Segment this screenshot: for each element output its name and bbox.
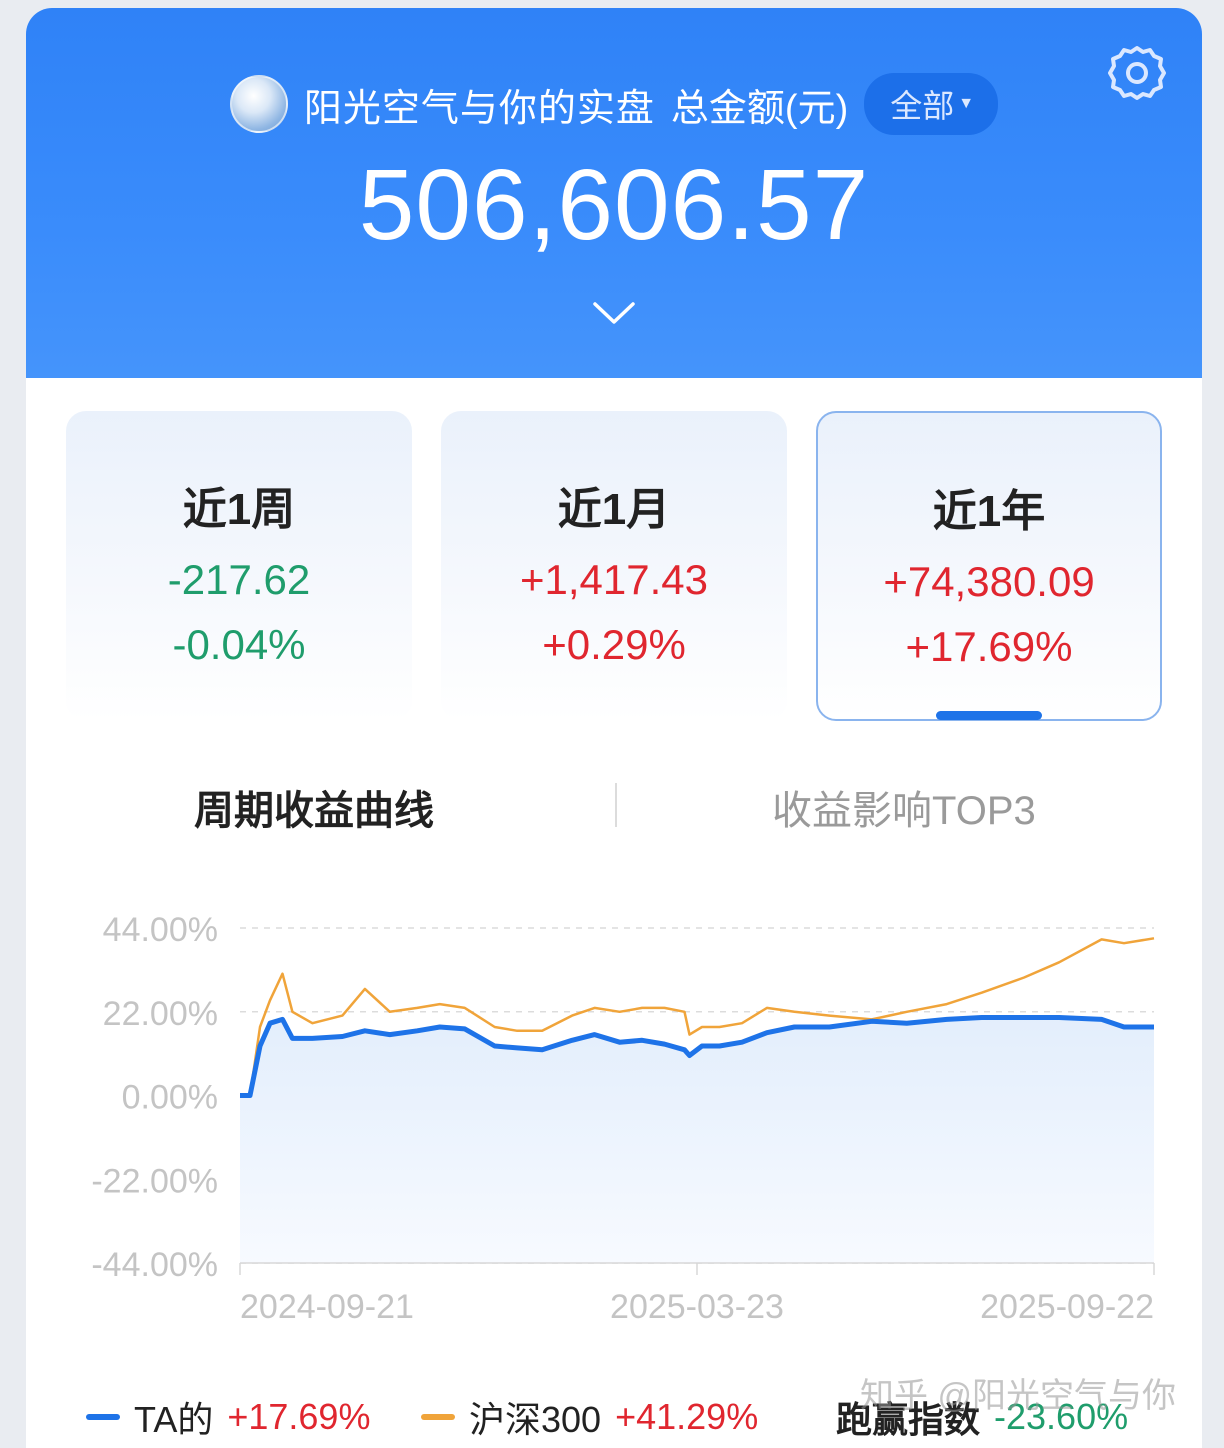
portfolio-card: 阳光空气与你的实盘 总金额(元) 全部 ▼ 506,606.57 近1周 -21… [26,8,1202,1448]
x-tick-label: 2025-03-23 [610,1288,784,1326]
period-percent: -0.04% [172,621,306,668]
tab-top3[interactable]: 收益影响TOP3 [772,778,1036,836]
period-card-month[interactable]: 近1月 +1,417.43 +0.29% [441,411,787,721]
total-amount: 506,606.57 [358,149,870,261]
x-tick-label: 2024-09-21 [240,1288,414,1326]
period-title: 近1年 [932,487,1046,536]
y-tick-label: 0.00% [122,1079,218,1117]
legend-value: +41.29% [615,1396,759,1437]
return-curve-chart: 44.00% 22.00% 0.00% -22.00% -44.00% 2024-09-… [91,911,1155,1326]
ta-area-fill [240,1017,1154,1263]
legend-swatch [421,1414,455,1420]
watermark: 知乎 @阳光空气与你 [860,1377,1176,1415]
legend-value: +17.69% [227,1396,371,1437]
tab-divider [615,783,617,827]
account-name: 阳光空气与你的实盘 [303,87,655,130]
legend-label: 沪深300 [469,1399,602,1440]
period-card-week[interactable]: 近1周 -217.62 -0.04% [66,411,412,721]
legend-item-ta: TA的 +17.69% [86,1391,370,1443]
y-tick-label: 44.00% [103,911,218,949]
period-percent: +0.29% [542,621,686,668]
y-tick-label: 22.00% [103,995,218,1033]
period-amount: +74,380.09 [883,558,1095,605]
scope-dropdown[interactable]: 全部 ▼ [864,73,999,135]
period-title: 近1月 [557,485,671,534]
legend-item-hs300: 沪深300 +41.29% [421,1391,758,1443]
active-period-indicator [936,711,1042,720]
avatar[interactable] [229,75,288,133]
y-tick-label: -22.00% [91,1162,218,1200]
period-card-year[interactable]: 近1年 +74,380.09 +17.69% [816,411,1162,721]
tab-curve[interactable]: 周期收益曲线 [194,778,434,836]
period-amount: +1,417.43 [519,556,708,603]
chevron-down-icon[interactable] [591,298,637,328]
gear-icon[interactable] [1108,44,1166,102]
period-percent: +17.69% [905,623,1073,670]
y-tick-label: -44.00% [91,1246,218,1284]
period-amount: -217.62 [167,556,311,603]
period-title: 近1周 [182,485,296,534]
account-row: 阳光空气与你的实盘 总金额(元) 全部 ▼ [26,73,1202,135]
legend-swatch [86,1414,120,1420]
legend-label: TA的 [134,1399,214,1440]
scope-label: 全部 [890,88,955,124]
total-amount-label: 总金额(元) [670,87,849,130]
x-tick-label: 2025-09-22 [980,1288,1154,1326]
portfolio-header: 阳光空气与你的实盘 总金额(元) 全部 ▼ 506,606.57 [26,8,1202,378]
caret-down-icon: ▼ [958,95,975,112]
